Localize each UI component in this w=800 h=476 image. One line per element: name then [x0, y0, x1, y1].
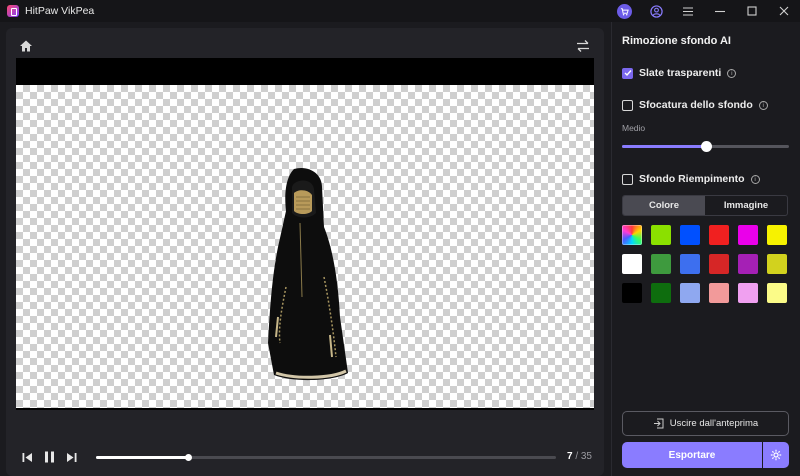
export-button[interactable]: Esportare — [622, 442, 762, 468]
total-frames: / 35 — [575, 451, 592, 462]
video-preview[interactable] — [16, 58, 594, 410]
panel-title: Rimozione sfondo AI — [622, 35, 731, 47]
frame-counter: 7 / 35 — [567, 451, 592, 462]
cart-button[interactable] — [608, 0, 640, 22]
info-icon[interactable]: i — [750, 174, 760, 184]
settings-icon — [770, 449, 782, 461]
transparent-slate-label: Slate trasparenti — [639, 67, 722, 79]
progress-handle[interactable] — [185, 454, 192, 461]
home-button[interactable] — [19, 39, 33, 53]
transparent-canvas — [16, 85, 594, 408]
next-frame-button[interactable] — [60, 446, 82, 468]
exit-preview-button[interactable]: Uscire dall'anteprima — [622, 411, 789, 436]
transparent-slate-option[interactable]: Slate trasparenti i — [622, 67, 737, 79]
background-blur-option[interactable]: Sfocatura dello sfondo i — [622, 99, 768, 111]
maximize-icon — [747, 6, 757, 16]
color-swatch[interactable] — [709, 254, 729, 274]
color-swatch[interactable] — [651, 225, 671, 245]
compare-button[interactable] — [576, 39, 590, 53]
background-blur-checkbox[interactable] — [622, 99, 633, 111]
account-button[interactable] — [640, 0, 672, 22]
blur-level-label: Medio — [622, 123, 646, 133]
app-logo-icon — [7, 5, 19, 17]
close-button[interactable] — [768, 0, 800, 22]
previous-frame-icon — [22, 452, 32, 462]
next-frame-icon — [66, 452, 76, 462]
color-swatch[interactable] — [738, 283, 758, 303]
pause-button[interactable] — [38, 446, 60, 468]
menu-icon — [683, 6, 693, 16]
info-icon[interactable]: i — [727, 68, 737, 78]
window-controls — [608, 0, 800, 22]
blur-level-slider[interactable] — [622, 141, 789, 152]
close-icon — [779, 6, 789, 16]
color-picker-swatch[interactable] — [622, 225, 642, 245]
color-swatch[interactable] — [709, 225, 729, 245]
preview-panel: 7 / 35 — [6, 28, 604, 476]
title-bar: HitPaw VikPea — [0, 0, 800, 22]
transparent-slate-checkbox[interactable] — [622, 67, 633, 79]
color-swatch[interactable] — [767, 283, 787, 303]
menu-button[interactable] — [672, 0, 704, 22]
slider-handle[interactable] — [700, 141, 712, 152]
maximize-button[interactable] — [736, 0, 768, 22]
color-swatches — [622, 225, 790, 303]
color-swatch[interactable] — [622, 254, 642, 274]
color-swatch[interactable] — [738, 225, 758, 245]
export-label: Esportare — [668, 449, 716, 461]
slider-fill — [622, 145, 706, 148]
user-icon — [649, 4, 663, 18]
info-icon[interactable]: i — [758, 100, 768, 110]
progress-fill — [96, 456, 188, 459]
export-settings-button[interactable] — [763, 442, 789, 468]
background-fill-label: Sfondo Riempimento — [639, 173, 745, 185]
color-swatch[interactable] — [680, 283, 700, 303]
color-swatch[interactable] — [709, 283, 729, 303]
subject-figure — [268, 167, 348, 381]
cart-icon — [616, 3, 632, 19]
playback-controls: 7 / 35 — [16, 446, 594, 468]
color-swatch[interactable] — [622, 283, 642, 303]
playback-progress[interactable] — [96, 454, 556, 461]
exit-preview-label: Uscire dall'anteprima — [669, 418, 759, 429]
app-title: HitPaw VikPea — [25, 5, 95, 17]
minimize-icon — [715, 10, 725, 13]
color-swatch[interactable] — [767, 225, 787, 245]
background-blur-label: Sfocatura dello sfondo — [639, 99, 753, 111]
background-fill-checkbox[interactable] — [622, 173, 633, 185]
swap-icon — [577, 40, 589, 52]
fill-type-tabs: Colore Immagine — [622, 195, 788, 216]
current-frame: 7 — [566, 451, 573, 462]
tab-image[interactable]: Immagine — [705, 196, 787, 215]
minimize-button[interactable] — [704, 0, 736, 22]
exit-icon — [653, 418, 664, 429]
previous-frame-button[interactable] — [16, 446, 38, 468]
settings-panel: Rimozione sfondo AI Slate trasparenti i … — [611, 22, 800, 476]
home-icon — [20, 40, 32, 52]
color-swatch[interactable] — [680, 254, 700, 274]
pause-icon — [44, 451, 54, 463]
color-swatch[interactable] — [651, 254, 671, 274]
color-swatch[interactable] — [651, 283, 671, 303]
background-fill-option[interactable]: Sfondo Riempimento i — [622, 173, 760, 185]
color-swatch[interactable] — [767, 254, 787, 274]
color-swatch[interactable] — [738, 254, 758, 274]
tab-color[interactable]: Colore — [623, 196, 705, 215]
color-swatch[interactable] — [680, 225, 700, 245]
